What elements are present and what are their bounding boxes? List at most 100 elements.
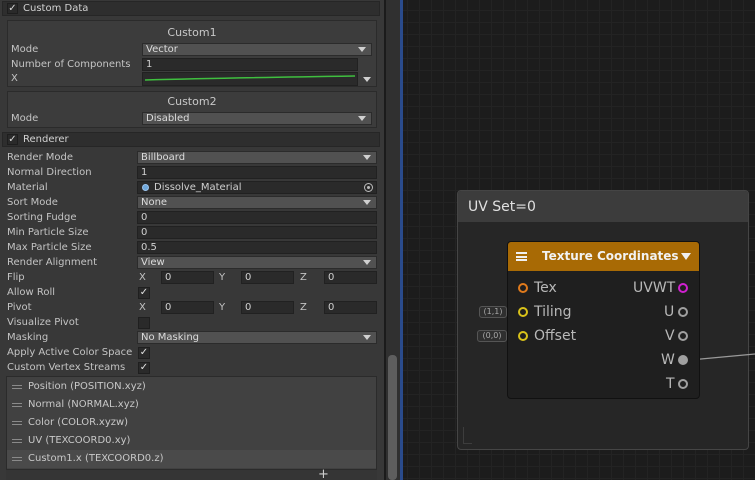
tex-input-label: Tex bbox=[534, 280, 557, 296]
flip-z-label: Z bbox=[300, 272, 307, 283]
u-output-port[interactable] bbox=[678, 307, 688, 317]
inspector-scrollbar-thumb[interactable] bbox=[388, 355, 397, 480]
chevron-down-icon bbox=[363, 335, 371, 340]
list-item[interactable]: Normal (NORMAL.xyz) bbox=[7, 396, 376, 414]
pivot-label: Pivot bbox=[7, 302, 32, 313]
custom1-mode-label: Mode bbox=[11, 44, 39, 55]
custom-vertex-streams-checkbox[interactable]: ✓ bbox=[138, 362, 150, 374]
drag-handle-icon[interactable] bbox=[12, 403, 22, 407]
sorting-fudge-field[interactable]: 0 bbox=[137, 211, 377, 224]
custom-data-module-header[interactable]: ✓ Custom Data bbox=[2, 1, 380, 16]
min-particle-size-label: Min Particle Size bbox=[7, 227, 89, 238]
drag-handle-icon[interactable] bbox=[12, 421, 22, 425]
t-output-port[interactable] bbox=[678, 379, 688, 389]
min-particle-size-field[interactable]: 0 bbox=[137, 226, 377, 239]
drag-handle-icon[interactable] bbox=[12, 385, 22, 389]
chevron-down-icon bbox=[358, 47, 366, 52]
sort-mode-label: Sort Mode bbox=[7, 197, 58, 208]
pivot-z-field[interactable]: 0 bbox=[324, 301, 377, 314]
normal-direction-field[interactable]: 1 bbox=[137, 166, 377, 179]
custom2-mode-value: Disabled bbox=[146, 113, 190, 124]
offset-input-port[interactable] bbox=[518, 331, 528, 341]
tiling-input-port[interactable] bbox=[518, 307, 528, 317]
sorting-fudge-label: Sorting Fudge bbox=[7, 212, 77, 223]
tiling-input-label: Tiling bbox=[534, 304, 572, 320]
chevron-down-icon bbox=[358, 116, 366, 121]
material-object-field[interactable]: Dissolve_Material bbox=[137, 181, 377, 194]
custom-data-enable-checkbox[interactable]: ✓ bbox=[7, 3, 18, 14]
apply-active-color-space-checkbox[interactable]: ✓ bbox=[138, 347, 150, 359]
custom1-components-field[interactable]: 1 bbox=[142, 58, 358, 71]
stream-label: Position (POSITION.xyz) bbox=[28, 381, 146, 392]
node-title: Texture Coordinates bbox=[542, 249, 679, 263]
render-alignment-value: View bbox=[141, 257, 165, 268]
custom1-components-label: Number of Components bbox=[11, 59, 131, 70]
custom2-title: Custom2 bbox=[167, 95, 217, 108]
custom1-x-mode-dropdown[interactable] bbox=[361, 72, 373, 86]
material-icon bbox=[142, 184, 149, 191]
custom1-mode-dropdown[interactable]: Vector bbox=[142, 43, 372, 56]
pivot-y-label: Y bbox=[219, 302, 226, 313]
custom2-mode-label: Mode bbox=[11, 113, 39, 124]
tex-input-port[interactable] bbox=[518, 283, 528, 293]
menu-icon-bar bbox=[516, 255, 527, 258]
flip-z-field[interactable]: 0 bbox=[324, 271, 377, 284]
sort-mode-value: None bbox=[141, 197, 168, 208]
renderer-module-header[interactable]: ✓ Renderer bbox=[2, 132, 380, 147]
list-item[interactable]: UV (TEXCOORD0.xy) bbox=[7, 432, 376, 450]
object-picker-dot bbox=[367, 186, 370, 189]
render-mode-dropdown[interactable]: Billboard bbox=[137, 151, 377, 164]
collapse-triangle-icon[interactable] bbox=[681, 253, 691, 260]
custom2-mode-dropdown[interactable]: Disabled bbox=[142, 112, 372, 125]
max-particle-size-label: Max Particle Size bbox=[7, 242, 92, 253]
allow-roll-label: Allow Roll bbox=[7, 287, 56, 298]
pivot-x-label: X bbox=[139, 302, 146, 313]
flip-y-field[interactable]: 0 bbox=[241, 271, 294, 284]
stream-label: UV (TEXCOORD0.xy) bbox=[28, 435, 131, 446]
pivot-x-field[interactable]: 0 bbox=[161, 301, 214, 314]
normal-direction-label: Normal Direction bbox=[7, 167, 92, 178]
stream-label: Normal (NORMAL.xyz) bbox=[28, 399, 139, 410]
visualize-pivot-checkbox[interactable] bbox=[138, 317, 150, 329]
flip-label: Flip bbox=[7, 272, 25, 283]
drag-handle-icon[interactable] bbox=[12, 457, 22, 461]
custom-data-header-label: Custom Data bbox=[23, 3, 89, 14]
pivot-z-label: Z bbox=[300, 302, 307, 313]
chevron-down-icon bbox=[363, 77, 371, 82]
masking-value: No Masking bbox=[141, 332, 199, 343]
offset-value-tag[interactable]: (0,0) bbox=[477, 330, 507, 342]
tiling-value-tag[interactable]: (1,1) bbox=[479, 306, 507, 318]
offset-input-label: Offset bbox=[534, 328, 577, 344]
pivot-y-field[interactable]: 0 bbox=[241, 301, 294, 314]
stream-label: Color (COLOR.xyzw) bbox=[28, 417, 129, 428]
flip-x-label: X bbox=[139, 272, 146, 283]
custom1-x-curve-field[interactable] bbox=[142, 72, 358, 86]
max-particle-size-field[interactable]: 0.5 bbox=[137, 241, 377, 254]
flip-x-field[interactable]: 0 bbox=[161, 271, 214, 284]
chevron-down-icon bbox=[363, 260, 371, 265]
curve-preview bbox=[144, 75, 356, 81]
menu-icon[interactable] bbox=[516, 252, 527, 261]
drag-handle-icon[interactable] bbox=[12, 439, 22, 443]
render-alignment-dropdown[interactable]: View bbox=[137, 256, 377, 269]
apply-active-color-space-label: Apply Active Color Space bbox=[7, 347, 133, 358]
group-corner-mark bbox=[463, 427, 472, 444]
u-output-label: U bbox=[664, 304, 675, 320]
list-item[interactable]: Custom1.x (TEXCOORD0.z) bbox=[7, 450, 376, 468]
flip-y-label: Y bbox=[219, 272, 226, 283]
object-picker-icon[interactable] bbox=[364, 183, 373, 192]
uvwt-output-port[interactable] bbox=[678, 283, 688, 293]
w-output-port[interactable] bbox=[678, 355, 688, 365]
w-output-label: W bbox=[661, 352, 675, 368]
list-item[interactable]: Color (COLOR.xyzw) bbox=[7, 414, 376, 432]
t-output-label: T bbox=[666, 376, 675, 392]
allow-roll-checkbox[interactable]: ✓ bbox=[138, 287, 150, 299]
list-item[interactable]: Position (POSITION.xyz) bbox=[7, 378, 376, 396]
sort-mode-dropdown[interactable]: None bbox=[137, 196, 377, 209]
masking-label: Masking bbox=[7, 332, 49, 343]
render-mode-value: Billboard bbox=[141, 152, 186, 163]
masking-dropdown[interactable]: No Masking bbox=[137, 331, 377, 344]
renderer-enable-checkbox[interactable]: ✓ bbox=[7, 134, 18, 145]
add-stream-button[interactable]: + bbox=[318, 467, 329, 480]
v-output-port[interactable] bbox=[678, 331, 688, 341]
